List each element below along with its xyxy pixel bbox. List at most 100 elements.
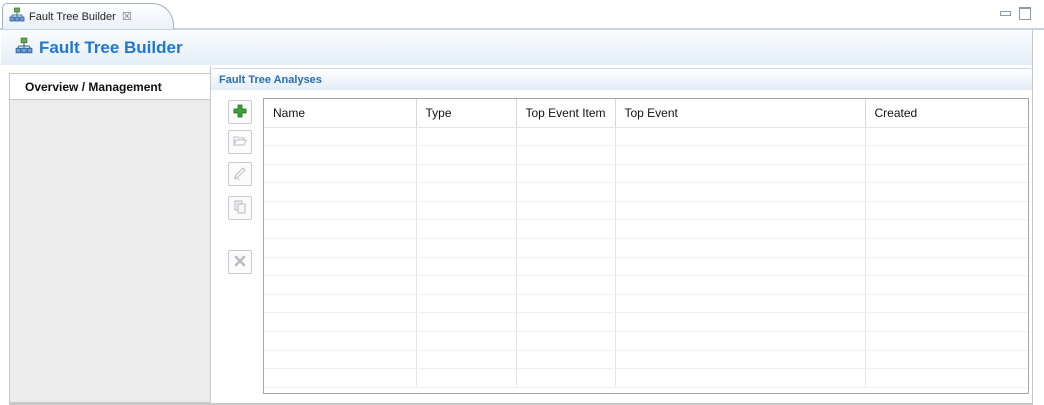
table-cell	[416, 331, 517, 351]
table-cell	[416, 145, 517, 165]
page-title: Fault Tree Builder	[39, 37, 183, 57]
table-cell	[865, 219, 1028, 240]
fault-tree-icon	[15, 37, 33, 58]
table-cell	[865, 368, 1028, 388]
table-row[interactable]	[264, 257, 1028, 277]
main-panel: Fault Tree Analyses Name Type Top Event …	[210, 66, 1033, 403]
table-cell	[264, 219, 417, 240]
table-cell	[516, 182, 616, 202]
form-header: Fault Tree Builder	[1, 30, 1032, 65]
open-icon	[232, 133, 248, 152]
window-right-edge	[1032, 30, 1044, 405]
section-header[interactable]: Fault Tree Analyses	[211, 68, 1033, 90]
sidebar: Overview / Management	[9, 73, 210, 403]
table-cell	[264, 201, 417, 221]
column-header-type[interactable]: Type	[416, 99, 517, 128]
table-cell	[615, 164, 866, 184]
table-cell	[416, 182, 517, 202]
table-row[interactable]	[264, 275, 1028, 295]
table-cell	[264, 331, 417, 351]
table-cell	[416, 368, 517, 388]
minimize-icon[interactable]	[998, 6, 1012, 18]
table-cell	[615, 312, 866, 333]
table-cell	[264, 294, 417, 314]
table-cell	[865, 182, 1028, 202]
table-cell	[865, 294, 1028, 314]
delete-button[interactable]	[228, 250, 252, 274]
table-cell	[516, 164, 616, 184]
table-cell	[416, 219, 517, 240]
table-cell	[264, 127, 417, 147]
table-cell	[615, 145, 866, 165]
add-button[interactable]	[228, 100, 252, 124]
table-cell	[615, 350, 866, 370]
editor-tab-fault-tree-builder[interactable]: Fault Tree Builder ☒	[2, 3, 174, 29]
section-title: Fault Tree Analyses	[219, 73, 322, 86]
table-row[interactable]	[264, 294, 1028, 314]
maximize-icon[interactable]	[1018, 6, 1032, 20]
editor-tab-bar: Fault Tree Builder ☒	[0, 0, 1044, 30]
table-cell	[416, 127, 517, 147]
table-cell	[516, 368, 616, 388]
table-cell	[615, 127, 866, 147]
table-row[interactable]	[264, 182, 1028, 202]
table-row[interactable]	[264, 145, 1028, 165]
table-cell	[264, 257, 417, 277]
table-cell	[865, 127, 1028, 147]
table-cell	[865, 275, 1028, 295]
table-row[interactable]	[264, 127, 1028, 147]
table-cell	[516, 331, 616, 351]
table-cell	[264, 350, 417, 370]
fault-tree-table[interactable]: Name Type Top Event Item Top Event Creat…	[263, 98, 1029, 394]
edit-button[interactable]	[228, 162, 252, 186]
table-cell	[516, 350, 616, 370]
table-row[interactable]	[264, 219, 1028, 240]
delete-icon	[232, 253, 248, 272]
table-cell	[516, 219, 616, 240]
table-cell	[264, 312, 417, 333]
table-row[interactable]	[264, 350, 1028, 370]
table-cell	[416, 238, 517, 258]
table-cell	[615, 182, 866, 202]
column-header-top-event-item[interactable]: Top Event Item	[516, 99, 616, 128]
table-row[interactable]	[264, 312, 1028, 333]
open-button[interactable]	[228, 130, 252, 154]
table-cell	[516, 294, 616, 314]
table-cell	[615, 219, 866, 240]
table-cell	[416, 257, 517, 277]
sidebar-item-overview-management[interactable]: Overview / Management	[10, 74, 210, 100]
table-cell	[264, 275, 417, 295]
table-row[interactable]	[264, 201, 1028, 221]
column-header-created[interactable]: Created	[865, 99, 1028, 128]
add-icon	[232, 103, 248, 122]
table-row[interactable]	[264, 164, 1028, 184]
table-cell	[615, 294, 866, 314]
table-cell	[865, 312, 1028, 333]
table-cell	[264, 182, 417, 202]
table-cell	[516, 238, 616, 258]
column-header-top-event[interactable]: Top Event	[615, 99, 866, 128]
table-row[interactable]	[264, 331, 1028, 351]
table-cell	[865, 257, 1028, 277]
table-row[interactable]	[264, 368, 1028, 388]
table-cell	[416, 201, 517, 221]
table-cell	[416, 350, 517, 370]
editor-tab-label: Fault Tree Builder	[29, 10, 116, 23]
close-icon[interactable]: ☒	[122, 10, 132, 23]
table-cell	[615, 201, 866, 221]
table-cell	[416, 275, 517, 295]
column-header-name[interactable]: Name	[264, 99, 417, 128]
table-row[interactable]	[264, 238, 1028, 258]
table-cell	[865, 331, 1028, 351]
table-cell	[516, 275, 616, 295]
table-cell	[615, 238, 866, 258]
fault-tree-icon	[9, 7, 25, 26]
table-cell	[516, 257, 616, 277]
table-cell	[516, 201, 616, 221]
table-cell	[264, 164, 417, 184]
copy-button[interactable]	[228, 196, 252, 220]
table-cell	[865, 238, 1028, 258]
table-cell	[615, 368, 866, 388]
table-cell	[516, 145, 616, 165]
table-cell	[615, 331, 866, 351]
